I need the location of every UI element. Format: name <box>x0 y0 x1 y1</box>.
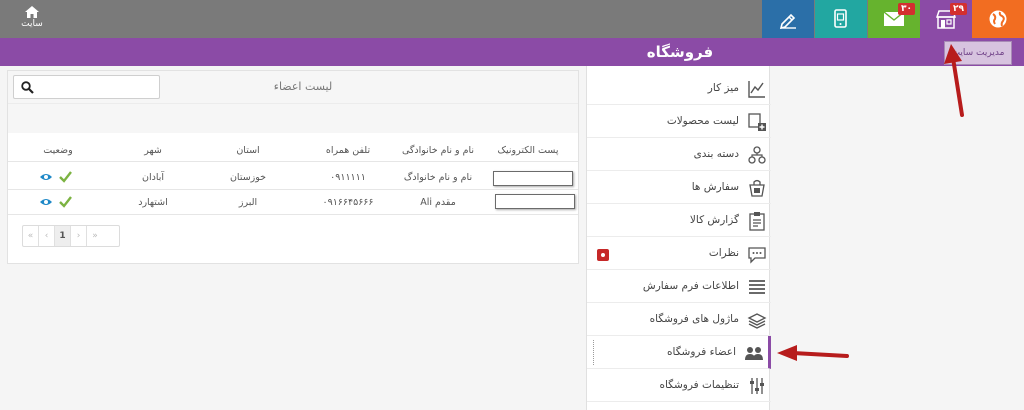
sidebar-item-label: اطلاعات فرم سفارش <box>642 280 739 292</box>
row-divider <box>8 189 578 190</box>
annotation-arrow-left <box>777 345 849 361</box>
comments-alert-badge <box>597 249 609 261</box>
col-header-name: نام و نام خانوادگی <box>401 145 475 156</box>
col-header-province: استان <box>236 145 260 156</box>
sidebar-item-modules[interactable]: ماژول های فروشگاه <box>587 303 771 336</box>
check-icon <box>59 171 72 183</box>
home-icon <box>25 6 39 18</box>
mobile-icon <box>834 9 847 28</box>
cell-name: نام و نام خانوادگ <box>403 172 473 183</box>
sidebar: میز کار لیست محصولات دسته بندی سفارش ها <box>586 66 771 410</box>
settings-icon <box>750 378 764 394</box>
email-field[interactable] <box>493 171 573 186</box>
search-input[interactable] <box>40 78 154 96</box>
site-link-label: سایت <box>21 19 43 29</box>
cell-province: البرز <box>238 197 258 208</box>
sidebar-item-order-form[interactable]: اطلاعات فرم سفارش <box>587 270 771 303</box>
members-panel: لیست اعضاء پست الکترونیک نام و نام خانوا… <box>7 70 579 264</box>
col-header-city: شهر <box>144 145 162 156</box>
page-current-button[interactable]: 1 <box>55 226 71 246</box>
sidebar-item-dashboard[interactable]: میز کار <box>587 72 771 105</box>
panel-title: لیست اعضاء <box>273 80 333 93</box>
view-eye-icon[interactable] <box>40 199 52 205</box>
email-field[interactable] <box>495 194 575 209</box>
search-icon[interactable] <box>21 81 34 94</box>
sidebar-item-label: گزارش کالا <box>689 214 739 226</box>
sidebar-item-label: تنظیمات فروشگاه <box>659 379 739 391</box>
sidebar-item-label: دسته بندی <box>693 148 739 160</box>
cell-city: اشتهارد <box>138 197 168 208</box>
col-header-email: پست الکترونیک <box>497 145 559 156</box>
col-header-phone: تلفن همراه <box>325 145 371 156</box>
orders-icon <box>749 179 765 197</box>
page-first-button[interactable]: « <box>23 226 39 246</box>
sidebar-item-label: لیست محصولات <box>666 115 739 127</box>
sidebar-item-settings[interactable]: تنظیمات فروشگاه <box>587 369 771 402</box>
sidebar-item-label: اعضاء فروشگاه <box>667 346 736 358</box>
page-next-button[interactable]: › <box>71 226 87 246</box>
panel-toolbar <box>8 103 578 133</box>
sidebar-item-categories[interactable]: دسته بندی <box>587 138 771 171</box>
chart-icon <box>748 81 765 98</box>
product-add-icon <box>748 113 766 131</box>
cell-city: آبادان <box>141 172 165 183</box>
header-bar <box>0 38 1024 66</box>
cell-name: Ali مقدم <box>420 197 456 208</box>
sidebar-item-orders[interactable]: سفارش ها <box>587 171 771 204</box>
sidebar-item-label: میز کار <box>707 82 739 94</box>
sidebar-item-label: سفارش ها <box>691 181 739 193</box>
cell-phone: ۰۹۱۱۱۱۱ <box>330 172 366 183</box>
sidebar-item-products[interactable]: لیست محصولات <box>587 105 771 138</box>
cell-province: خوزستان <box>229 172 267 183</box>
pen-icon <box>779 13 796 29</box>
sidebar-item-label: نظرات <box>708 247 739 259</box>
mobile-tile[interactable] <box>815 0 867 38</box>
mail-badge: ۳۰ <box>898 3 915 15</box>
store-badge: ۲۹ <box>950 3 967 15</box>
view-eye-icon[interactable] <box>40 174 52 180</box>
site-link[interactable]: سایت <box>14 6 50 29</box>
globe-icon <box>989 10 1007 28</box>
col-header-status: وضعیت <box>43 145 73 156</box>
check-icon <box>59 196 72 208</box>
status-cell <box>40 196 72 208</box>
sidebar-item-members[interactable]: اعضاء فروشگاه <box>587 336 771 369</box>
sidebar-item-label: ماژول های فروشگاه <box>649 313 739 325</box>
page-prev-button[interactable]: ‹ <box>39 226 55 246</box>
globe-tile[interactable] <box>972 0 1024 38</box>
sidebar-item-comments[interactable]: نظرات <box>587 237 771 270</box>
panel-header: لیست اعضاء <box>8 71 578 103</box>
top-bar: سایت ۳۰ ۲۹ <box>0 0 1024 38</box>
report-icon <box>749 212 765 231</box>
edit-tile[interactable] <box>762 0 814 38</box>
cell-phone: ۰۹۱۶۶۴۵۶۶۶ <box>322 197 374 208</box>
page-title: فروشگاه <box>646 43 714 61</box>
store-tile[interactable]: ۲۹ <box>920 0 972 38</box>
comment-icon <box>748 247 766 264</box>
list-icon <box>749 280 765 294</box>
modules-icon <box>747 313 767 329</box>
row-divider <box>8 214 578 215</box>
status-cell <box>40 171 72 183</box>
search-box[interactable] <box>13 75 160 99</box>
row-divider <box>8 161 578 162</box>
pagination: « ‹ 1 › » <box>22 225 120 247</box>
category-icon <box>748 146 766 164</box>
page-last-button[interactable]: » <box>87 226 103 246</box>
sidebar-item-product-report[interactable]: گزارش کالا <box>587 204 771 237</box>
annotation-arrow-up <box>944 44 964 117</box>
members-icon <box>745 347 763 360</box>
mail-tile[interactable]: ۳۰ <box>868 0 920 38</box>
